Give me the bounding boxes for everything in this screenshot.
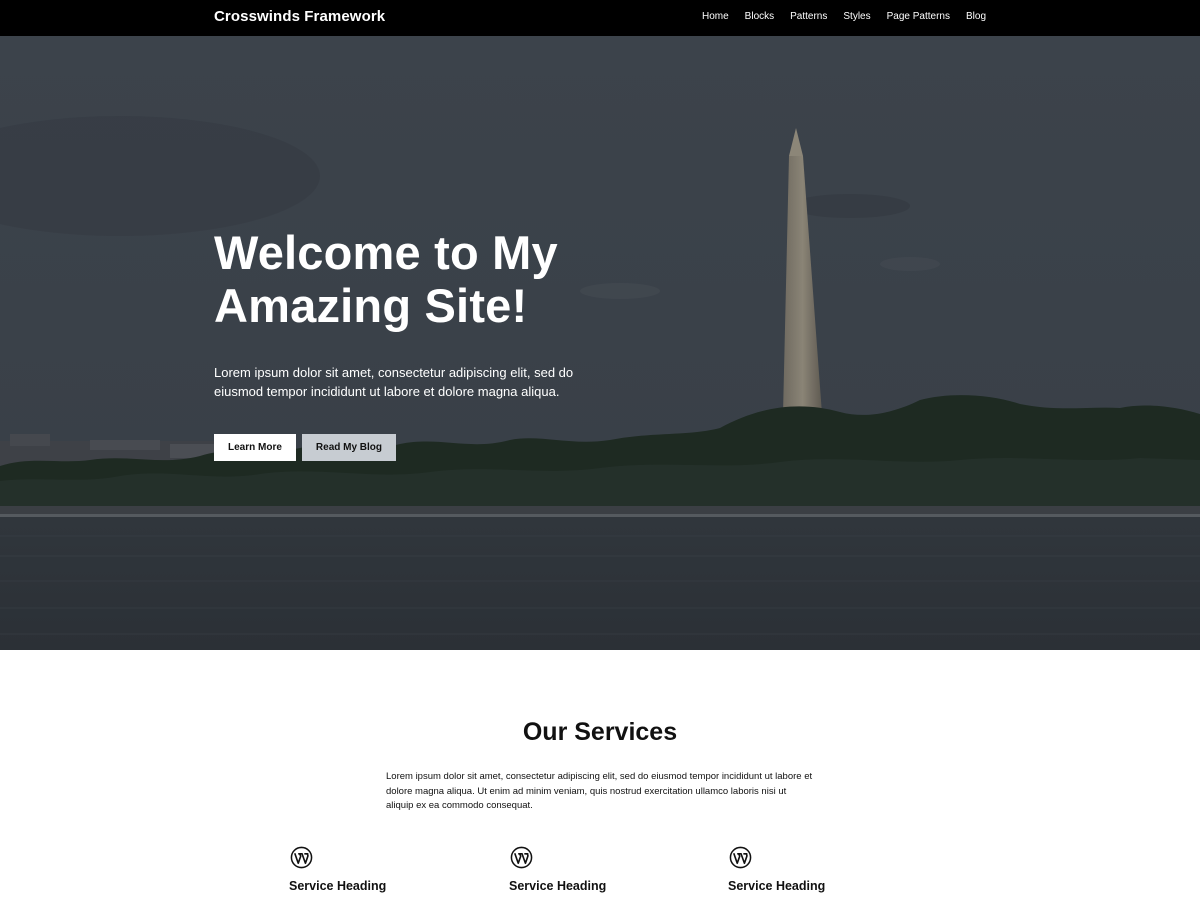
service-item-3: Service Heading <box>728 846 868 893</box>
service-heading: Service Heading <box>509 879 607 893</box>
hero-title-line-1: Welcome to My <box>214 226 558 279</box>
service-heading: Service Heading <box>289 879 387 893</box>
wordpress-icon <box>510 846 533 869</box>
services-title: Our Services <box>522 718 678 746</box>
services-description: Lorem ipsum dolor sit amet, consectetur … <box>386 771 813 811</box>
hero-section: Welcome to My Amazing Site! Lorem ipsum … <box>0 36 1200 650</box>
nav-link-blocks[interactable]: Blocks <box>745 11 774 23</box>
nav-link-page-patterns[interactable]: Page Patterns <box>887 11 950 23</box>
wordpress-icon <box>729 846 752 869</box>
service-item-2: Service Heading <box>509 846 649 893</box>
site-title-link[interactable]: Crosswinds Framework <box>214 8 385 25</box>
hero-description: Lorem ipsum dolor sit amet, consectetur … <box>214 365 574 399</box>
nav-link-blog[interactable]: Blog <box>966 11 986 23</box>
hero-buttons: Learn More Read My Blog <box>214 434 397 461</box>
service-heading: Service Heading <box>728 879 826 893</box>
learn-more-button[interactable]: Learn More <box>214 434 296 461</box>
hero-content: Welcome to My Amazing Site! Lorem ipsum … <box>214 226 634 401</box>
nav-link-patterns[interactable]: Patterns <box>790 11 827 23</box>
nav-link-home[interactable]: Home <box>702 11 729 23</box>
main-nav: Home Blocks Patterns Styles Page Pattern… <box>702 11 986 23</box>
hero-title: Welcome to My Amazing Site! <box>214 226 634 332</box>
nav-link-styles[interactable]: Styles <box>843 11 870 23</box>
top-navigation-bar: Crosswinds Framework Home Blocks Pattern… <box>0 0 1200 36</box>
wordpress-icon <box>290 846 313 869</box>
hero-title-line-2: Amazing Site! <box>214 279 528 332</box>
service-item-1: Service Heading <box>289 846 429 893</box>
read-my-blog-button[interactable]: Read My Blog <box>301 434 397 461</box>
